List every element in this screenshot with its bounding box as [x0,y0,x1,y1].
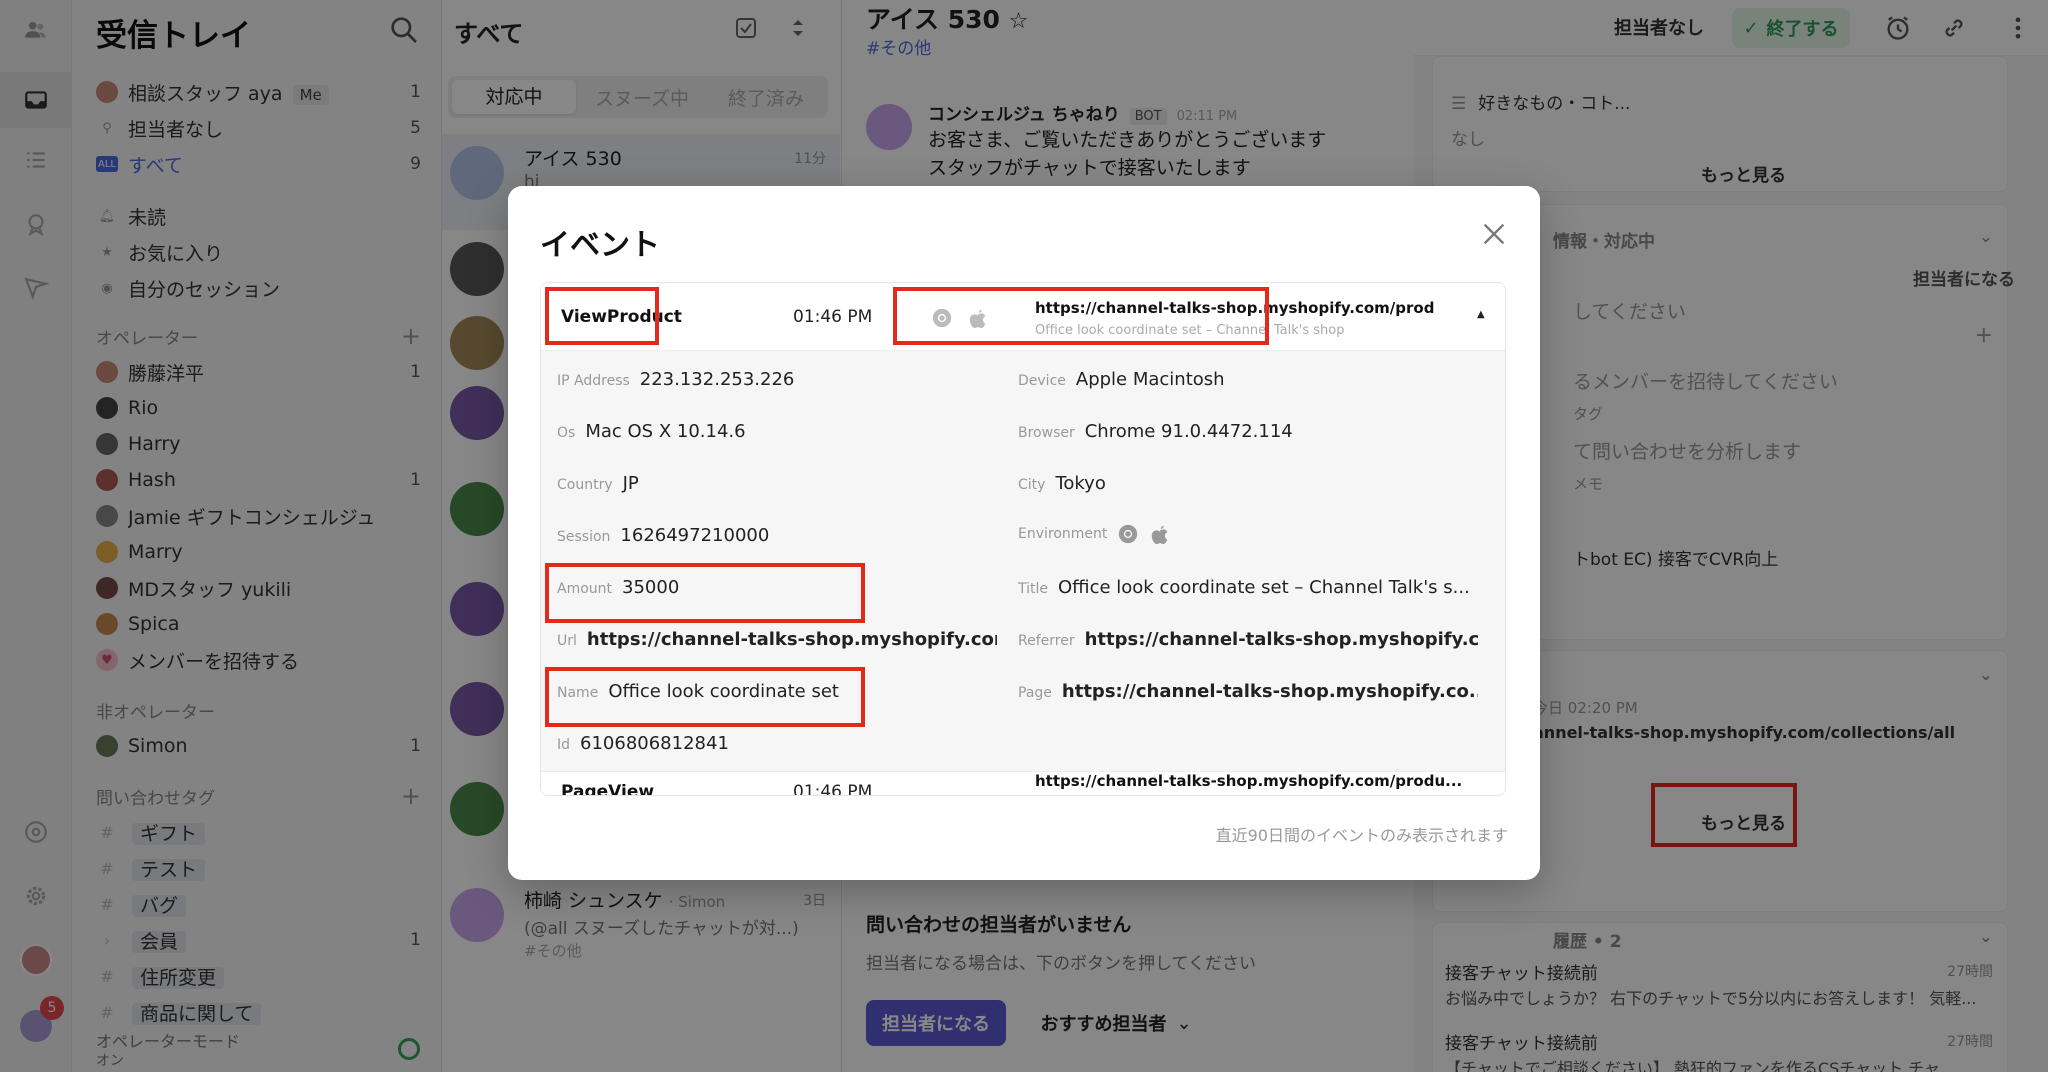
field-value: Apple Macintosh [1075,369,1225,390]
field-value: https://channel-talks-shop.myshopify.co.… [1061,681,1478,702]
chrome-icon [1119,524,1138,544]
highlight-box [545,667,865,727]
event-name: PageView [561,782,655,796]
field-value: Office look coordinate set – Channel Tal… [1058,577,1470,598]
modal-title: イベント [540,228,660,263]
field-title: Title Office look coordinate set – Channe… [1018,577,1478,598]
field-device: Device Apple Macintosh [1018,369,1478,390]
highlight-box [893,287,1269,345]
field-url[interactable]: Url https://channel-talks-shop.myshopify.… [557,629,997,650]
field-session: Session 1626497210000 [557,525,997,546]
field-value: https://channel-talks-shop.myshopify.com… [586,629,997,650]
field-id: Id 6106806812841 [557,733,997,754]
field-key: Id [557,737,571,753]
field-browser: Browser Chrome 91.0.4472.114 [1018,421,1478,442]
field-key: Session [557,529,611,545]
field-value: 223.132.253.226 [639,369,795,390]
highlight-box [545,287,659,345]
field-value: Chrome 91.0.4472.114 [1084,421,1293,442]
field-country: Country JP [557,473,997,494]
field-environment: Environment [1018,523,1478,545]
field-value: Mac OS X 10.14.6 [585,421,746,442]
field-key: City [1018,477,1046,493]
apple-icon [1152,525,1168,545]
event-url[interactable]: https://channel-talks-shop.myshopify.com… [1035,772,1462,790]
field-value: 6106806812841 [580,733,729,754]
field-key: IP Address [557,373,630,389]
modal-footer-note: 直近90日間のイベントのみ表示されます [1215,826,1508,845]
field-value: 1626497210000 [620,525,770,546]
field-page[interactable]: Page https://channel-talks-shop.myshopify… [1018,681,1478,702]
field-key: Country [557,477,613,493]
field-key: Page [1018,685,1052,701]
field-key: Os [557,425,576,441]
field-city: City Tokyo [1018,473,1478,494]
event-header[interactable]: PageView 01:46 PM https://channel-talks-… [541,771,1505,796]
highlight-box [545,563,865,623]
event-time: 01:46 PM [793,782,873,796]
events-modal: イベント ViewProduct 01:46 PM https://channe… [508,186,1540,880]
field-ip-address: IP Address 223.132.253.226 [557,369,997,390]
field-referrer[interactable]: Referrer https://channel-talks-shop.mysho… [1018,629,1478,650]
app: 5 受信トレイ 相談スタッフ aya Me 1 ⚲ 担当者なし 5 ALL すべて… [0,0,2048,1072]
field-key: Referrer [1018,633,1075,649]
field-value: https://channel-talks-shop.myshopify.c..… [1084,629,1478,650]
field-value: Tokyo [1055,473,1106,494]
field-key: Browser [1018,425,1075,441]
close-icon[interactable] [1478,218,1510,250]
chevron-up-icon[interactable]: ▲ [1477,309,1485,320]
field-key: Url [557,633,577,649]
field-os: Os Mac OS X 10.14.6 [557,421,997,442]
event-list: ViewProduct 01:46 PM https://channel-tal… [540,282,1506,796]
field-value: JP [622,473,639,494]
field-key: Device [1018,373,1066,389]
field-key: Environment [1018,526,1108,542]
event-time: 01:46 PM [793,307,873,327]
field-key: Title [1018,581,1049,597]
